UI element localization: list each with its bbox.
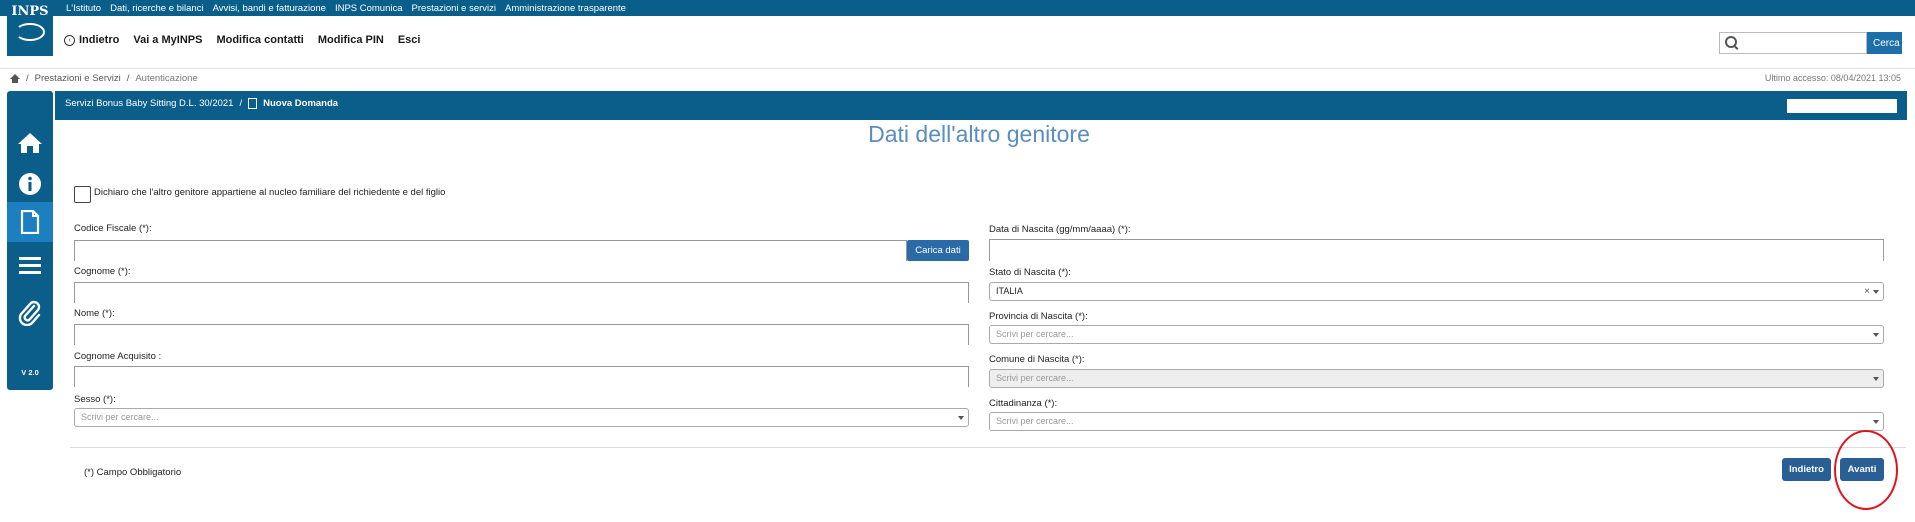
page-title: Dati dell'altro genitore: [868, 121, 1090, 147]
top-links: L'Istituto Dati, ricerche e bilanci Avvi…: [66, 0, 626, 16]
toplink-prestazioni[interactable]: Prestazioni e servizi: [412, 3, 496, 14]
sidebar-menu[interactable]: [7, 245, 53, 285]
toplink-comunica[interactable]: INPS Comunica: [335, 3, 403, 14]
cognome-acquisito-label: Cognome Acquisito :: [74, 351, 162, 362]
link-esci[interactable]: Esci: [398, 34, 421, 46]
service-page: Nuova Domanda: [263, 98, 339, 109]
sesso-label: Sesso (*):: [74, 394, 116, 405]
chevron-down-icon: [1873, 333, 1879, 337]
link-myinps[interactable]: Vai a MyINPS: [133, 34, 202, 46]
stato-nascita-label: Stato di Nascita (*):: [989, 267, 1071, 278]
clear-icon[interactable]: ×: [1864, 283, 1870, 300]
cittadinanza-select[interactable]: Scrivi per cercare...: [989, 412, 1884, 431]
cittadinanza-placeholder: Scrivi per cercare...: [996, 416, 1074, 426]
document-icon: [20, 210, 40, 234]
header-nav: ‹ Indietro Vai a MyINPS Modifica contatt…: [64, 34, 420, 46]
cognome-acquisito-field: [74, 366, 969, 387]
back-arrow-icon: ‹: [64, 34, 75, 46]
required-note: (*) Campo Obbligatorio: [84, 467, 182, 478]
cognome-field: [74, 282, 969, 303]
provincia-placeholder: Scrivi per cercare...: [996, 329, 1074, 339]
sidebar-document[interactable]: [7, 202, 53, 242]
carica-dati-button[interactable]: Carica dati: [907, 240, 969, 261]
declaration-checkbox[interactable]: [74, 186, 91, 203]
codice-fiscale-field: [74, 240, 907, 261]
nome-input[interactable]: [75, 326, 968, 345]
sidebar-attachments[interactable]: [7, 293, 53, 333]
cognome-label: Cognome (*):: [74, 266, 131, 277]
chevron-down-icon: [1873, 290, 1879, 294]
stato-nascita-select[interactable]: ITALIA ×: [989, 282, 1884, 301]
back-button[interactable]: Indietro: [1782, 458, 1831, 481]
home-icon[interactable]: [10, 74, 20, 83]
toplink-trasparente[interactable]: Amministrazione trasparente: [505, 3, 626, 14]
chevron-down-icon: [958, 416, 964, 420]
codice-fiscale-input[interactable]: [75, 242, 906, 261]
link-modifica-contatti[interactable]: Modifica contatti: [216, 34, 303, 46]
highlight-circle: [1834, 430, 1898, 510]
provincia-nascita-label: Provincia di Nascita (*):: [989, 311, 1088, 322]
breadcrumb: / Prestazioni e Servizi / Autenticazione: [10, 73, 198, 84]
cognome-input[interactable]: [75, 284, 968, 303]
sesso-select[interactable]: Scrivi per cercare...: [74, 408, 969, 427]
comune-nascita-label: Comune di Nascita (*):: [989, 354, 1085, 365]
info-icon: [19, 173, 41, 195]
breadcrumb-current: Autenticazione: [135, 73, 198, 84]
service-bar: Servizi Bonus Baby Sitting D.L. 30/2021 …: [55, 91, 1907, 120]
version-label: V 2.0: [21, 368, 39, 377]
sidebar-home[interactable]: [7, 123, 53, 163]
data-nascita-field: [989, 239, 1884, 261]
header-back-link[interactable]: ‹ Indietro: [64, 34, 119, 46]
search-button[interactable]: Cerca: [1867, 32, 1902, 54]
toplink-dati[interactable]: Dati, ricerche e bilanci: [110, 3, 203, 14]
search-input[interactable]: [1742, 35, 1866, 53]
chevron-down-icon: [1873, 420, 1879, 424]
user-info-box: [1787, 99, 1897, 113]
stato-nascita-value: ITALIA: [996, 286, 1023, 296]
new-document-icon: [248, 98, 258, 109]
home-icon: [18, 133, 42, 153]
data-nascita-input[interactable]: [990, 240, 1883, 261]
search-box: [1719, 32, 1867, 54]
header-back-label: Indietro: [79, 34, 120, 46]
menu-icon: [19, 257, 41, 274]
toplink-avvisi[interactable]: Avvisi, bandi e fatturazione: [213, 3, 326, 14]
declaration-label: Dichiaro che l'altro genitore appartiene…: [94, 187, 446, 198]
chevron-down-icon: [1873, 377, 1879, 381]
data-nascita-label: Data di Nascita (gg/mm/aaaa) (*):: [989, 224, 1131, 235]
cognome-acquisito-input[interactable]: [75, 368, 968, 387]
paperclip-icon: [18, 300, 41, 326]
sesso-placeholder: Scrivi per cercare...: [81, 412, 159, 422]
comune-nascita-select: Scrivi per cercare...: [989, 369, 1884, 388]
service-separator: /: [239, 98, 243, 109]
cittadinanza-label: Cittadinanza (*):: [989, 398, 1058, 409]
sidebar: V 2.0: [7, 91, 53, 390]
provincia-nascita-select[interactable]: Scrivi per cercare...: [989, 325, 1884, 344]
nome-field: [74, 324, 969, 345]
codice-fiscale-label: Codice Fiscale (*):: [74, 223, 152, 234]
last-access: Ultimo accesso: 08/04/2021 13:05: [1764, 73, 1901, 83]
divider: [70, 447, 1906, 448]
service-name[interactable]: Servizi Bonus Baby Sitting D.L. 30/2021: [65, 98, 233, 109]
sidebar-info[interactable]: [7, 164, 53, 204]
header: ‹ Indietro Vai a MyINPS Modifica contatt…: [0, 16, 1915, 69]
nome-label: Nome (*):: [74, 308, 115, 319]
search-icon: [1725, 36, 1737, 48]
breadcrumb-prestazioni[interactable]: Prestazioni e Servizi: [35, 73, 121, 84]
link-modifica-pin[interactable]: Modifica PIN: [318, 34, 384, 46]
comune-placeholder: Scrivi per cercare...: [996, 373, 1074, 383]
toplink-istituto[interactable]: L'Istituto: [66, 3, 101, 14]
